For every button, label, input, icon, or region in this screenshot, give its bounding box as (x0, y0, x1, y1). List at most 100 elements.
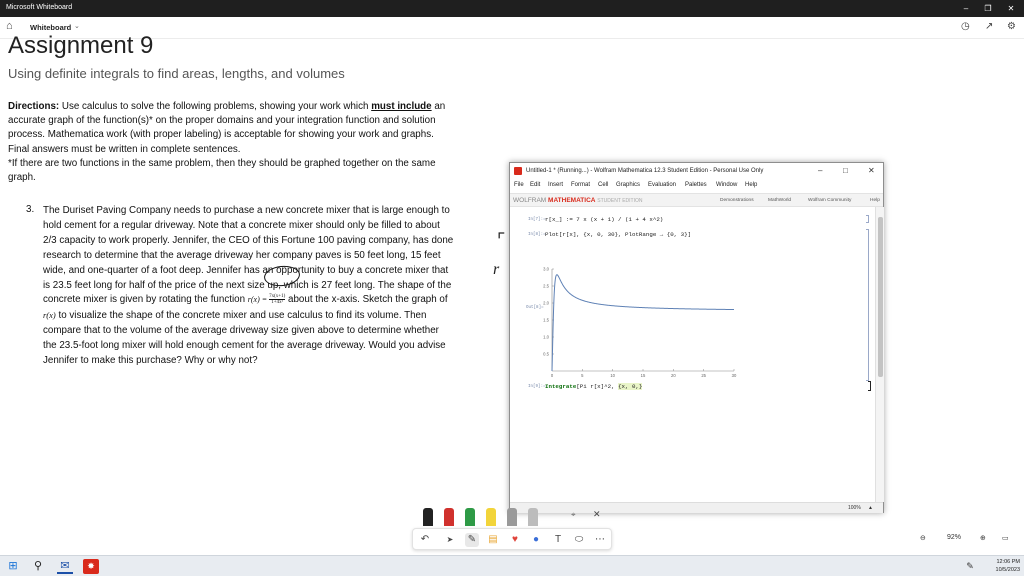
cell-bracket[interactable] (866, 229, 869, 381)
mathematica-window[interactable]: Untitled-1 * (Running...) - Wolfram Math… (509, 162, 884, 513)
problem-paragraph: The Duriset Paving Company needs to purc… (43, 204, 455, 369)
pen-tray: ⌖ ✕ (415, 504, 611, 528)
reactions-icon[interactable]: ♥ (508, 533, 522, 547)
link-help[interactable]: Help (870, 198, 880, 203)
function-lhs: r(x) = (247, 295, 270, 305)
series-line (551, 274, 735, 371)
more-icon[interactable]: ⋯ (593, 533, 607, 547)
cell-bracket[interactable] (866, 215, 869, 223)
zoom-dropdown-icon[interactable]: ▲ (868, 505, 873, 511)
pen-red[interactable] (444, 508, 454, 526)
directions-must: must include (371, 101, 432, 112)
mathematica-close-button[interactable]: ✕ (868, 166, 875, 175)
select-icon[interactable]: ➤ (443, 533, 457, 547)
fit-to-screen-icon[interactable]: ▭ (1002, 534, 1009, 542)
x-tick-label: 25 (701, 373, 706, 378)
menu-help[interactable]: Help (745, 182, 757, 188)
highlighter-yellow[interactable] (486, 508, 496, 526)
menu-format[interactable]: Format (571, 182, 590, 188)
close-button[interactable]: ✕ (1000, 0, 1022, 17)
close-pens-icon[interactable]: ✕ (593, 509, 601, 520)
integrate-keyword: Integrate (545, 383, 577, 390)
zoom-in-icon[interactable]: ⊕ (980, 534, 986, 542)
cell-label: In[7]:= (528, 218, 546, 222)
x-tick-label: 10 (610, 373, 615, 378)
x-tick-label: 15 (641, 373, 646, 378)
ink-stroke-annotation[interactable]: ⌜ (497, 230, 505, 251)
mathematica-maximize-button[interactable]: □ (843, 166, 848, 175)
taskbar: ⊞ ⚲ ✉ ✸ ✎ 12:06 PM 10/5/2023 (0, 555, 1024, 576)
timer-icon[interactable]: ◷ (961, 21, 970, 32)
directions-note: *If there are two functions in the same … (8, 157, 436, 184)
y-tick-label: 3.0 (543, 267, 549, 272)
home-icon[interactable]: ⌂ (6, 20, 13, 32)
y-tick-label: 1.0 (543, 335, 549, 340)
integrate-input[interactable]: Integrate[Pi r[x]^2, {x, 0,} (545, 383, 643, 390)
board-name-label[interactable]: Whiteboard (30, 23, 71, 32)
link-mathworld[interactable]: MathWorld (768, 198, 791, 203)
ink-stroke-annotation[interactable]: r (493, 261, 499, 279)
pen-menu-icon[interactable]: ✎ (962, 559, 978, 574)
zoom-out-icon[interactable]: ⊖ (920, 534, 926, 542)
pen-black[interactable] (423, 508, 433, 526)
notebook-area[interactable]: In[7]:= r[x_] := 7 x (x + 1) / (1 + 4 x^… (510, 207, 874, 502)
fraction-denominator: 1+4x² (269, 299, 286, 305)
window-title: Microsoft Whiteboard (6, 4, 73, 11)
menu-cell[interactable]: Cell (598, 182, 608, 188)
sticky-note-icon[interactable]: ▤ (486, 533, 500, 547)
settings-icon[interactable]: ⚙ (1007, 21, 1016, 32)
share-icon[interactable]: ↗ (985, 21, 993, 32)
cell-bracket[interactable] (868, 381, 871, 391)
menu-graphics[interactable]: Graphics (616, 182, 640, 188)
whiteboard-app-icon[interactable]: ✉ (57, 559, 73, 574)
notebook-zoom-value[interactable]: 100% (848, 505, 861, 511)
wolfram-brand: WOLFRAM MATHEMATICA STUDENT EDITION (513, 197, 642, 204)
menu-file[interactable]: File (514, 182, 524, 188)
integrate-args: [Pi r[x]^2, (576, 383, 619, 390)
maximize-button[interactable]: ❐ (977, 0, 999, 17)
mathematica-logo-icon (514, 167, 522, 175)
page-subtitle: Using definite integrals to find areas, … (8, 66, 345, 81)
chevron-down-icon[interactable]: ⌄ (74, 22, 80, 30)
ruler-icon[interactable]: ⌖ (571, 510, 576, 520)
fraction-numerator: 7x(x+1) (269, 294, 286, 300)
minimize-button[interactable]: – (955, 0, 977, 17)
menu-window[interactable]: Window (716, 182, 737, 188)
start-icon[interactable]: ⊞ (5, 559, 21, 574)
plot-output: 0 5 10 15 20 25 30 0.5 1.0 1.5 2.0 2.5 3.0 (543, 267, 737, 379)
directions-text-a: Use calculus to solve the following prob… (59, 101, 372, 112)
shapes-icon[interactable]: ● (529, 533, 543, 547)
y-tick-label: 1.5 (543, 318, 549, 323)
cell-input[interactable]: r[x_] := 7 x (x + 1) / (1 + 4 x^2) (545, 216, 663, 223)
menu-insert[interactable]: Insert (548, 182, 563, 188)
search-icon[interactable]: ⚲ (30, 559, 46, 574)
menu-palettes[interactable]: Palettes (685, 182, 707, 188)
pen-icon[interactable]: ✎ (465, 533, 479, 547)
cell-label: In[8]:= (528, 233, 546, 237)
problem-text-a: The Duriset Paving Company needs to purc… (43, 205, 454, 306)
menu-edit[interactable]: Edit (530, 182, 540, 188)
zoom-level[interactable]: 92% (947, 534, 961, 541)
notebook-scrollbar[interactable] (875, 207, 884, 502)
undo-icon[interactable]: ↶ (418, 533, 432, 547)
menu-evaluation[interactable]: Evaluation (648, 182, 676, 188)
page-title: Assignment 9 (8, 32, 154, 59)
window-titlebar: Microsoft Whiteboard – ❐ ✕ (0, 0, 1024, 17)
scrollbar-thumb[interactable] (878, 217, 883, 377)
y-tick-label: 2.0 (543, 301, 549, 306)
link-wolfram-community[interactable]: Wolfram Community (808, 198, 851, 203)
clock-time: 12:06 PM (996, 559, 1020, 565)
pen-green[interactable] (465, 508, 475, 526)
text-icon[interactable]: T (551, 533, 565, 547)
clock[interactable]: 12:06 PM 10/5/2023 (984, 558, 1020, 574)
eraser[interactable] (528, 508, 538, 526)
cell-input[interactable]: Plot[r[x], {x, 0, 30}, PlotRange → {0, 3… (545, 231, 691, 238)
x-tick-label: 0 (551, 373, 554, 378)
pen-gray[interactable] (507, 508, 517, 526)
lasso-icon[interactable]: ⬭ (572, 533, 586, 547)
mathematica-minimize-button[interactable]: – (818, 166, 822, 175)
cell-label: In[9]:= (528, 385, 546, 389)
clock-date: 10/5/2023 (995, 567, 1020, 573)
mathematica-app-icon[interactable]: ✸ (83, 559, 99, 574)
link-demonstrations[interactable]: Demonstrations (720, 198, 754, 203)
